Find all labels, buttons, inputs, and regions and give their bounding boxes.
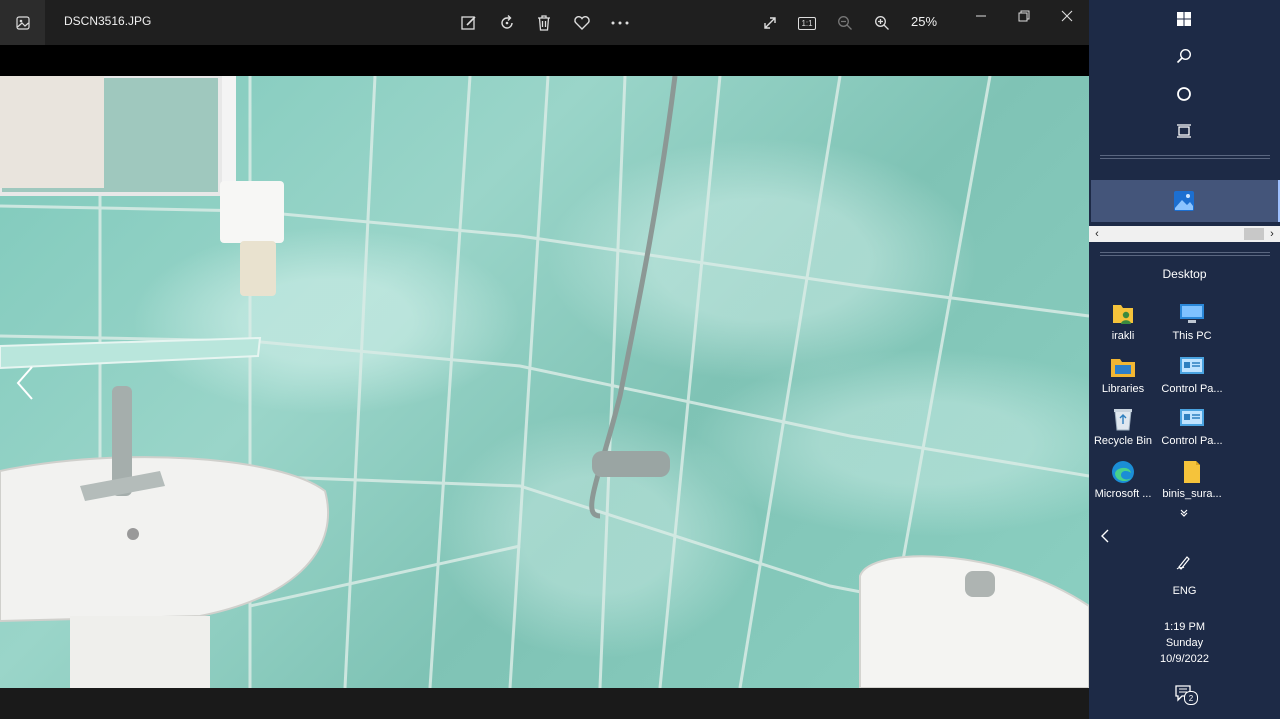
file-name: DSCN3516.JPG: [64, 14, 152, 28]
favorite-icon[interactable]: [570, 11, 594, 35]
desktop-icon-recycle-bin[interactable]: Recycle Bin: [1083, 405, 1163, 455]
clock-date: 10/9/2022: [1160, 653, 1209, 665]
control-panel-icon: [1178, 353, 1206, 381]
recycle-bin-icon: [1109, 405, 1137, 433]
task-view-icon[interactable]: [1172, 119, 1196, 143]
more-icon[interactable]: [608, 11, 632, 35]
photos-app-window: DSCN3516.JPG 1:1 25%: [0, 0, 1089, 719]
photos-app-icon[interactable]: [0, 0, 45, 45]
desktop-toolbar-title: Desktop: [1162, 267, 1207, 281]
scroll-thumb[interactable]: [1244, 228, 1264, 240]
desktop-icon-libraries[interactable]: Libraries: [1083, 353, 1163, 403]
language-indicator[interactable]: ENG: [1089, 585, 1280, 597]
clock-time[interactable]: 1:19 PM: [1089, 621, 1280, 633]
minimize-button[interactable]: [971, 6, 991, 26]
edit-icon[interactable]: [457, 11, 481, 35]
clock-day: Sunday: [1165, 637, 1204, 649]
zoom-out-icon[interactable]: [833, 11, 857, 35]
delete-icon[interactable]: [532, 11, 556, 35]
desktop-icon-irakli[interactable]: irakli: [1083, 300, 1163, 350]
actual-size-label: 1:1: [798, 16, 816, 30]
zoom-level[interactable]: 25%: [911, 14, 937, 29]
computer-icon: [1178, 300, 1206, 328]
actual-size-icon[interactable]: 1:1: [795, 11, 819, 35]
desktop-icon-binis-sura[interactable]: binis_sura...: [1152, 458, 1232, 508]
panel-separator: [1100, 155, 1270, 159]
libraries-icon: [1109, 353, 1137, 381]
control-panel-icon: [1178, 405, 1206, 433]
bathroom-photo: [0, 76, 1089, 688]
taskbar-scrollbar[interactable]: ‹ ›: [1089, 226, 1280, 242]
title-bar: DSCN3516.JPG 1:1 25%: [0, 0, 1089, 45]
rotate-icon[interactable]: [495, 11, 519, 35]
close-button[interactable]: [1057, 6, 1077, 26]
chevron-left-icon[interactable]: [1093, 524, 1117, 548]
desktop-icon-control-panel-2[interactable]: Control Pa...: [1152, 405, 1232, 455]
panel-separator: [1100, 252, 1270, 256]
desktop-icon-microsoft-edge[interactable]: Microsoft ...: [1083, 458, 1163, 508]
restore-button[interactable]: [1014, 6, 1034, 26]
taskbar-photos-app[interactable]: [1091, 180, 1280, 222]
bottom-bar: [0, 688, 1089, 719]
notifications-icon[interactable]: 2: [1172, 682, 1198, 706]
expand-icon[interactable]: [758, 11, 782, 35]
windows-start-icon[interactable]: [1172, 7, 1196, 31]
cortana-icon[interactable]: [1172, 82, 1196, 106]
pen-icon[interactable]: [1172, 550, 1196, 574]
taskbar-panel: ‹ › Desktop irakli This PC Libraries Con…: [1089, 0, 1280, 719]
desktop-icon-this-pc[interactable]: This PC: [1152, 300, 1232, 350]
folder-icon: [1178, 458, 1206, 486]
edge-icon: [1109, 458, 1137, 486]
previous-photo-button[interactable]: [12, 364, 38, 402]
photo-canvas[interactable]: [0, 76, 1089, 688]
chevron-down-icon[interactable]: [1172, 505, 1196, 521]
search-icon[interactable]: [1172, 44, 1196, 68]
scroll-left-icon[interactable]: ‹: [1089, 226, 1105, 242]
top-letterbox: [0, 45, 1089, 76]
zoom-in-icon[interactable]: [870, 11, 894, 35]
scroll-right-icon[interactable]: ›: [1264, 226, 1280, 242]
user-folder-icon: [1109, 300, 1137, 328]
photos-icon: [1173, 190, 1195, 212]
notification-badge: 2: [1184, 691, 1198, 705]
desktop-icon-control-panel[interactable]: Control Pa...: [1152, 353, 1232, 403]
